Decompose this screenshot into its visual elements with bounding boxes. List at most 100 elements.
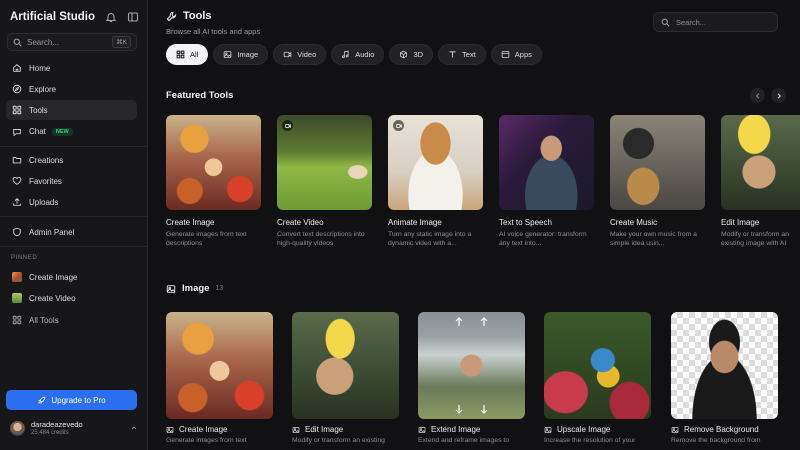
sidebar-toggle-icon[interactable] [127, 11, 139, 23]
create-image-thumbnail [166, 312, 273, 419]
chip-3d[interactable]: 3D [389, 44, 434, 65]
image-card-extend-image[interactable]: Extend Image Extend and reframe images t… [418, 312, 525, 444]
chip-all[interactable]: All [166, 44, 209, 65]
grid-icon [12, 105, 22, 115]
carousel-prev-button[interactable] [750, 88, 765, 103]
search-icon [13, 38, 22, 47]
card-description: Convert text descriptions into high-qual… [277, 231, 365, 248]
create-video-thumbnail [277, 115, 372, 210]
carousel-next-button[interactable] [771, 88, 786, 103]
sidebar-search[interactable]: Search... ⌘K [7, 33, 137, 51]
chip-image[interactable]: Image [213, 44, 269, 65]
search-icon [661, 18, 670, 27]
featured-card-create-image[interactable]: Create Image Generate images from text d… [166, 115, 261, 250]
sidebar-item-label: Admin Panel [29, 227, 75, 237]
sidebar-item-all-tools[interactable]: All Tools [6, 310, 137, 330]
featured-card-edit-image[interactable]: Edit Image Modify or transform an existi… [721, 115, 800, 250]
chip-label: Image [237, 50, 259, 59]
cube-icon [399, 50, 408, 59]
sidebar-item-label: Creations [29, 155, 64, 165]
tools-search-placeholder: Search... [676, 17, 707, 27]
user-credits: 25,484 credits [31, 430, 69, 436]
card-description: Extend and reframe images to [418, 437, 510, 444]
chip-text[interactable]: Text [438, 44, 486, 65]
card-title: Edit Image [721, 218, 760, 227]
sidebar-item-label: Create Video [29, 293, 76, 303]
create-image-thumbnail [12, 272, 22, 282]
sidebar-item-tools[interactable]: Tools [6, 100, 137, 121]
compass-icon [12, 84, 22, 94]
sidebar-item-favorites[interactable]: Favorites [6, 171, 137, 191]
card-title: Extend Image [431, 425, 481, 434]
divider [0, 216, 147, 217]
upscale-image-thumbnail [544, 312, 651, 419]
remove-background-thumbnail [671, 312, 778, 419]
image-card-edit-image[interactable]: Edit Image Modify or transform an existi… [292, 312, 399, 444]
tools-search-input[interactable]: Search... [653, 12, 778, 32]
bell-icon[interactable] [105, 11, 117, 23]
sidebar-item-explore[interactable]: Explore [6, 79, 137, 99]
featured-card-create-video[interactable]: Create Video Convert text descriptions i… [277, 115, 372, 250]
upgrade-label: Upgrade to Pro [51, 395, 106, 405]
sidebar-search-placeholder: Search... [27, 37, 60, 47]
shield-icon [12, 227, 22, 237]
wrench-icon [166, 11, 177, 22]
sidebar-item-chat[interactable]: Chat NEW [6, 122, 137, 142]
featured-card-animate-image[interactable]: Animate Image Turn any static image into… [388, 115, 483, 250]
sidebar-item-pinned-create-video[interactable]: Create Video [6, 288, 137, 308]
card-description: Modify or transform an existing [292, 437, 385, 444]
chip-label: Text [462, 50, 476, 59]
card-title: Create Image [179, 425, 228, 434]
chip-video[interactable]: Video [273, 44, 327, 65]
search-shortcut: ⌘K [112, 36, 131, 48]
card-title: Create Image [166, 218, 215, 227]
card-description: Modify or transform an existing image wi… [721, 231, 789, 248]
image-card-remove-background[interactable]: Remove Background Remove the background … [671, 312, 778, 444]
sidebar-item-home[interactable]: Home [6, 58, 137, 78]
card-title: Edit Image [305, 425, 344, 434]
featured-card-create-music[interactable]: Create Music Make your own music from a … [610, 115, 705, 250]
upgrade-button[interactable]: Upgrade to Pro [6, 390, 137, 410]
sidebar-item-admin-panel[interactable]: Admin Panel [6, 222, 137, 242]
image-section-count: 13 [215, 285, 224, 292]
featured-card-text-to-speech[interactable]: Text to Speech AI voice generator: trans… [499, 115, 594, 250]
image-card-upscale-image[interactable]: Upscale Image Increase the resolution of… [544, 312, 651, 444]
music-icon [341, 50, 350, 59]
card-description: Generate images from text descriptions [166, 231, 247, 248]
grid-icon [12, 315, 22, 325]
page-title: Tools [183, 10, 212, 22]
avatar [10, 420, 25, 436]
sidebar-item-label: Create Image [29, 272, 78, 282]
chevron-left-icon [754, 92, 762, 100]
sidebar-item-label: All Tools [29, 315, 59, 325]
user-menu[interactable]: daradeazevedo 25,484 credits [10, 420, 138, 436]
card-description: Increase the resolution of your [544, 437, 636, 444]
card-title: Remove Background [684, 425, 759, 434]
chip-apps[interactable]: Apps [490, 44, 542, 65]
sidebar-item-creations[interactable]: Creations [6, 150, 137, 170]
sidebar-item-pinned-create-image[interactable]: Create Image [6, 267, 137, 287]
create-image-thumbnail [166, 115, 261, 210]
main-content: Tools Browse all AI tools and apps Searc… [148, 0, 800, 450]
divider [0, 246, 147, 247]
sidebar-item-uploads[interactable]: Uploads [6, 192, 137, 212]
sidebar-item-label: Chat [29, 127, 46, 137]
chip-audio[interactable]: Audio [331, 44, 385, 65]
chip-label: Apps [514, 50, 532, 59]
video-badge-icon [393, 120, 404, 131]
chat-icon [12, 127, 22, 137]
category-filter: All Image Video Audio 3D Text Apps [166, 44, 542, 65]
sidebar-item-label: Tools [29, 105, 48, 115]
new-badge: NEW [51, 127, 73, 136]
card-title: Create Music [610, 218, 658, 227]
create-video-thumbnail [12, 293, 22, 304]
image-icon [223, 50, 232, 59]
image-card-create-image[interactable]: Create Image Generate images from text [166, 312, 273, 444]
card-title: Animate Image [388, 218, 442, 227]
home-icon [12, 63, 22, 73]
card-description: AI voice generator: transform any text i… [499, 231, 587, 248]
sidebar-item-label: Favorites [29, 176, 62, 186]
folder-icon [12, 155, 22, 165]
sidebar: Artificial Studio Search... ⌘K Home Expl… [0, 0, 148, 450]
image-icon [418, 426, 426, 434]
